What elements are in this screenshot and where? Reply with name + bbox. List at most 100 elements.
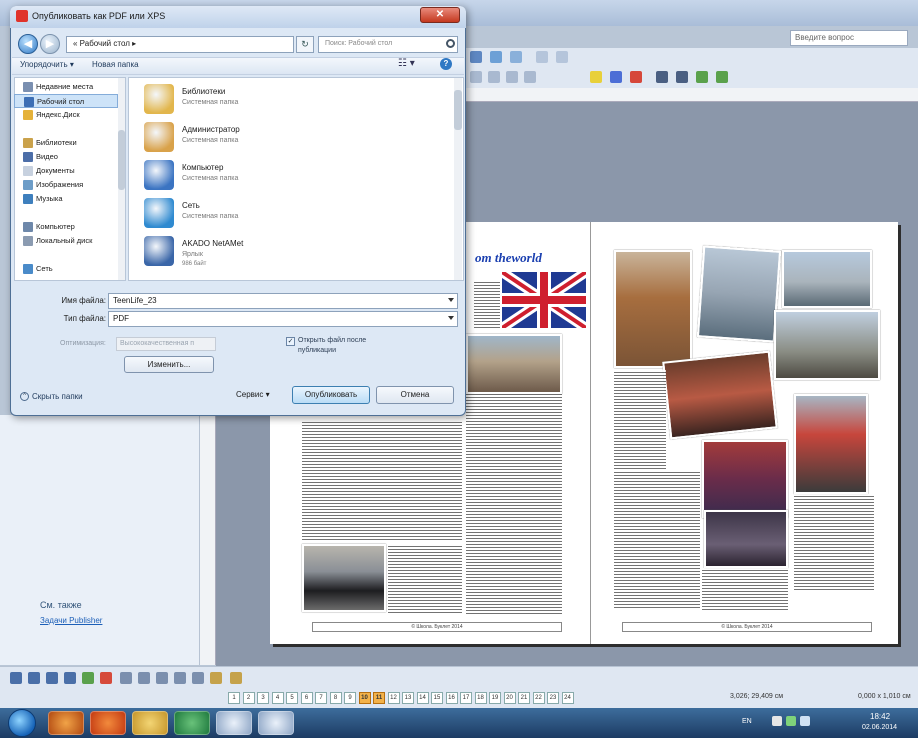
file-item[interactable]: Компьютер Системная папка — [144, 160, 444, 194]
address-bar[interactable]: « Рабочий стол ▸ — [66, 36, 294, 53]
hotspot-icon[interactable] — [230, 672, 242, 684]
browser-icon[interactable] — [48, 711, 84, 735]
filename-input[interactable]: TeenLife_23 — [108, 293, 458, 309]
clock-time[interactable]: 18:42 — [870, 712, 890, 721]
organize-menu[interactable]: Упорядочить ▾ — [20, 60, 74, 69]
select-icon[interactable] — [10, 672, 22, 684]
fill-color-icon[interactable] — [590, 71, 602, 83]
numbered-list-icon[interactable] — [488, 71, 500, 83]
open-after-checkbox[interactable]: ✓ — [286, 337, 295, 346]
nav-item[interactable]: Компьютер — [14, 220, 118, 234]
page-thumbnail[interactable]: 16 — [445, 692, 458, 704]
close-button[interactable]: ✕ — [420, 7, 460, 23]
footer-right[interactable]: © Школа. Буклет 2014 — [622, 622, 872, 632]
cancel-button[interactable]: Отмена — [376, 386, 454, 404]
window-task-icon[interactable] — [258, 711, 294, 735]
picture-icon[interactable] — [82, 672, 94, 684]
page-thumbnail[interactable]: 14 — [416, 692, 429, 704]
collapse-icon[interactable]: ^ — [20, 392, 29, 401]
line-color-icon[interactable] — [610, 71, 622, 83]
page-thumbnail[interactable]: 1 — [228, 692, 240, 704]
table-icon[interactable] — [46, 672, 58, 684]
document-task-icon[interactable] — [216, 711, 252, 735]
museum-figures-photo[interactable] — [662, 350, 778, 440]
clipart-icon[interactable] — [100, 672, 112, 684]
align-icon[interactable] — [536, 51, 548, 63]
dash-style-icon[interactable] — [676, 71, 688, 83]
union-jack-flag[interactable] — [502, 272, 586, 328]
text-column[interactable] — [474, 280, 500, 330]
vertical-ruler[interactable] — [200, 415, 216, 665]
text-column[interactable] — [388, 544, 462, 614]
file-item[interactable]: Библиотеки Системная папка — [144, 84, 444, 118]
tools-menu[interactable]: Сервис ▾ — [236, 390, 270, 399]
autoshapes-icon[interactable] — [192, 672, 204, 684]
volume-icon[interactable] — [800, 716, 810, 726]
london-eye-photo[interactable] — [782, 250, 872, 308]
horizontal-ruler[interactable] — [460, 88, 918, 102]
text-column[interactable] — [302, 420, 462, 542]
monument-photo[interactable] — [614, 250, 692, 368]
distribute-icon[interactable] — [556, 51, 568, 63]
page-thumbnail[interactable]: 9 — [344, 692, 356, 704]
nav-scroll-thumb[interactable] — [118, 130, 125, 190]
views-icon[interactable]: ☷ ▾ — [398, 58, 415, 69]
wordart-icon[interactable] — [64, 672, 76, 684]
footer-left[interactable]: © Школа. Буклет 2014 — [312, 622, 562, 632]
text-column[interactable] — [614, 370, 666, 470]
font-color-icon[interactable] — [630, 71, 642, 83]
publisher-tasks-link[interactable]: Задачи Publisher — [40, 616, 102, 625]
nav-item[interactable]: Рабочий стол — [14, 94, 118, 108]
page-thumbnail[interactable]: 12 — [387, 692, 400, 704]
page-thumbnail[interactable]: 8 — [329, 692, 342, 704]
filetype-select[interactable]: PDF — [108, 311, 458, 327]
zoom-in-icon[interactable] — [490, 51, 502, 63]
start-button[interactable] — [8, 709, 36, 737]
language-indicator[interactable]: EN — [742, 718, 752, 725]
page-thumbnail[interactable]: 17 — [460, 692, 472, 704]
nav-item[interactable]: Яндекс.Диск — [14, 108, 118, 122]
forward-arrow-icon[interactable]: ▶ — [40, 34, 60, 54]
nav-item[interactable]: Сеть — [14, 262, 118, 276]
page-thumbnail[interactable]: 18 — [474, 692, 487, 704]
page-thumbnail[interactable]: 24 — [561, 692, 574, 704]
flag-icon[interactable] — [772, 716, 782, 726]
line-icon[interactable] — [120, 672, 132, 684]
page-thumbnail[interactable]: 20 — [503, 692, 516, 704]
page-thumbnail[interactable]: 15 — [431, 692, 443, 704]
page-thumbnail[interactable]: 22 — [532, 692, 545, 704]
help-icon[interactable]: ? — [440, 58, 452, 70]
page-thumbnail[interactable]: 5 — [286, 692, 298, 704]
publish-button[interactable]: Опубликовать — [292, 386, 370, 404]
firefox-icon[interactable] — [90, 711, 126, 735]
rectangle-icon[interactable] — [174, 672, 186, 684]
design-gallery-icon[interactable] — [210, 672, 222, 684]
file-item[interactable]: Администратор Системная папка — [144, 122, 444, 156]
nav-item[interactable]: Недавние места — [14, 80, 118, 94]
page-thumbnail[interactable]: 13 — [402, 692, 414, 704]
page-thumbnail[interactable]: 23 — [547, 692, 559, 704]
help-question-input[interactable]: Введите вопрос — [790, 30, 908, 46]
arrow-icon[interactable] — [138, 672, 150, 684]
london-taxi-photo[interactable] — [302, 544, 386, 612]
nav-item[interactable]: Музыка — [14, 192, 118, 206]
clock-date[interactable]: 02.06.2014 — [862, 724, 897, 731]
phone-box-photo[interactable] — [794, 394, 868, 494]
tray-icons[interactable] — [772, 716, 832, 728]
page-thumbnail[interactable]: 7 — [315, 692, 327, 704]
big-ben-photo[interactable] — [774, 310, 880, 380]
nav-item[interactable]: Видео — [14, 150, 118, 164]
text-column[interactable] — [466, 392, 562, 614]
wax-figures-photo[interactable] — [702, 440, 788, 518]
london-street-photo[interactable] — [466, 334, 562, 394]
list-icon[interactable] — [470, 71, 482, 83]
change-button[interactable]: Изменить... — [124, 356, 214, 373]
page-thumbnail[interactable]: 6 — [300, 692, 313, 704]
page-thumbnail[interactable]: 3 — [257, 692, 269, 704]
shadow-icon[interactable] — [696, 71, 708, 83]
page-thumbnail[interactable]: 19 — [489, 692, 501, 704]
city-view-photo[interactable] — [696, 245, 782, 343]
nav-item[interactable]: Изображения — [14, 178, 118, 192]
search-icon[interactable] — [446, 39, 455, 48]
refresh-icon[interactable]: ↻ — [296, 36, 314, 53]
